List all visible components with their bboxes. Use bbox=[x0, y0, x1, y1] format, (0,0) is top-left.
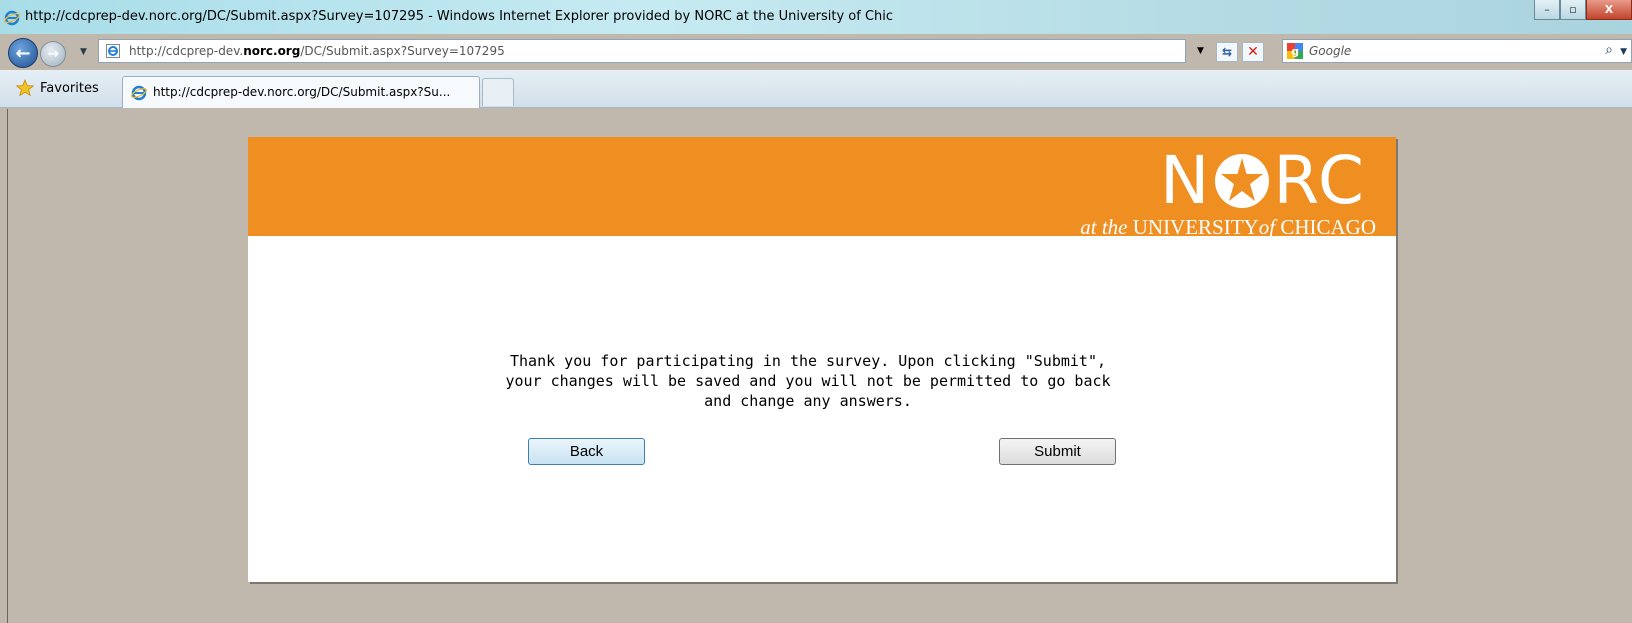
tab-bar: Favorites http://cdcprep-dev.norc.org/DC… bbox=[0, 70, 1632, 108]
ie-icon bbox=[4, 10, 20, 26]
message-line: Thank you for participating in the surve… bbox=[509, 352, 1107, 370]
viewport-edge bbox=[7, 109, 8, 623]
refresh-icon[interactable]: ⇆ bbox=[1216, 42, 1238, 62]
favorites-button[interactable]: Favorites bbox=[16, 79, 99, 97]
svg-text:g: g bbox=[1291, 45, 1299, 58]
search-input[interactable]: g Google ⌕ ▼ bbox=[1282, 39, 1632, 63]
message-line: your changes will be saved and you will … bbox=[505, 372, 1111, 390]
google-icon: g bbox=[1287, 43, 1303, 59]
norc-university-subtitle: at the UNIVERSITYof CHICAGO bbox=[1080, 215, 1376, 239]
forward-arrow-icon[interactable]: → bbox=[40, 41, 66, 67]
address-dropdown-icon[interactable]: ▼ bbox=[1197, 46, 1204, 56]
favorites-star-icon bbox=[16, 79, 34, 97]
tab-label: http://cdcprep-dev.norc.org/DC/Submit.as… bbox=[153, 85, 451, 99]
search-placeholder: Google bbox=[1309, 44, 1352, 58]
search-icon[interactable]: ⌕ bbox=[1605, 42, 1613, 58]
window-title: http://cdcprep-dev.norc.org/DC/Submit.as… bbox=[25, 9, 894, 24]
submit-button[interactable]: Submit bbox=[999, 438, 1116, 465]
address-url[interactable]: http://cdcprep-dev.norc.org/DC/Submit.as… bbox=[129, 44, 505, 58]
new-tab-button[interactable] bbox=[482, 78, 514, 106]
stop-icon[interactable]: ✕ bbox=[1242, 42, 1264, 62]
message-line: and change any answers. bbox=[704, 392, 912, 410]
history-dropdown-icon[interactable]: ▼ bbox=[80, 47, 87, 57]
page-viewport: N RC at the UNIVERSITYof CHICAGO Thank y… bbox=[0, 109, 1632, 623]
survey-page: N RC at the UNIVERSITYof CHICAGO Thank y… bbox=[248, 137, 1396, 582]
submit-message: Thank you for participating in the surve… bbox=[498, 351, 1118, 411]
norc-logo: N RC at the UNIVERSITYof CHICAGO bbox=[1016, 142, 1376, 240]
norc-banner: N RC at the UNIVERSITYof CHICAGO bbox=[248, 137, 1396, 240]
tab-active[interactable]: http://cdcprep-dev.norc.org/DC/Submit.as… bbox=[122, 76, 480, 108]
ie-page-icon bbox=[106, 44, 120, 58]
norc-star-icon bbox=[1215, 154, 1270, 208]
favorites-label: Favorites bbox=[40, 80, 99, 96]
maximize-button[interactable]: ▫ bbox=[1560, 0, 1586, 20]
window-controls: – ▫ X bbox=[1534, 0, 1632, 20]
norc-wordmark: N RC bbox=[1159, 142, 1366, 219]
back-button[interactable]: Back bbox=[528, 438, 645, 465]
navigation-bar: ← → ▼ http://cdcprep-dev.norc.org/DC/Sub… bbox=[0, 34, 1632, 70]
close-button[interactable]: X bbox=[1586, 0, 1632, 20]
minimize-button[interactable]: – bbox=[1534, 0, 1560, 20]
back-arrow-icon[interactable]: ← bbox=[8, 38, 38, 68]
search-options-icon[interactable]: ▼ bbox=[1620, 47, 1627, 57]
address-bar[interactable]: http://cdcprep-dev.norc.org/DC/Submit.as… bbox=[98, 39, 1186, 63]
ie-icon bbox=[131, 85, 147, 101]
window-titlebar: http://cdcprep-dev.norc.org/DC/Submit.as… bbox=[0, 0, 1632, 34]
